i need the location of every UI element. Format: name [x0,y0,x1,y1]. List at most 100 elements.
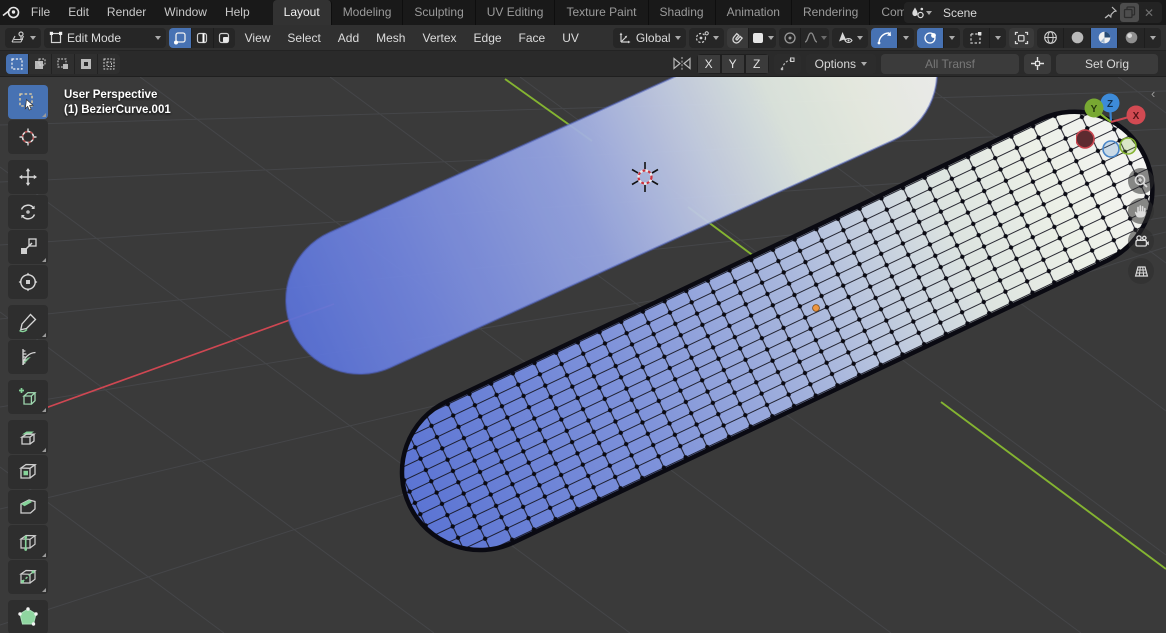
tab-texture-paint[interactable]: Texture Paint [555,0,648,25]
sidebar-collapse-chevron[interactable]: ‹ [1151,86,1155,101]
shading-solid-button[interactable] [1064,28,1091,48]
shading-wireframe-button[interactable] [1037,28,1064,48]
tab-modeling[interactable]: Modeling [332,0,404,25]
tab-layout[interactable]: Layout [273,0,332,25]
menu-help[interactable]: Help [216,0,259,25]
shading-material-button[interactable] [1091,28,1118,48]
menu-vertex[interactable]: Vertex [415,25,463,51]
select-mode-subtract[interactable] [52,54,74,74]
rotate-icon [17,201,39,223]
xray-icon [1014,31,1029,45]
pivot-point-dropdown[interactable] [689,28,724,48]
tab-shading[interactable]: Shading [649,0,716,25]
viewport-3d[interactable] [0,77,1166,633]
all-transform-button[interactable]: All Transf [881,54,1019,74]
camera-view-button[interactable] [1128,228,1154,254]
tool-inset-faces[interactable] [8,455,48,489]
tool-scale[interactable] [8,230,48,264]
mirror-x-button[interactable]: X [697,54,721,74]
editor-type-button[interactable] [5,28,41,48]
new-scene-button[interactable] [1120,3,1139,22]
vertex-select-button[interactable] [169,28,191,48]
shading-dropdown[interactable] [1145,28,1161,48]
menu-uv[interactable]: UV [555,25,586,51]
edge-select-button[interactable] [192,28,214,48]
options-dropdown[interactable]: Options [806,54,876,74]
menu-render[interactable]: Render [98,0,155,25]
tab-uv-editing[interactable]: UV Editing [476,0,556,25]
gizmos-dropdown[interactable] [898,28,914,48]
scene-browse-button[interactable] [907,3,935,22]
tool-transform[interactable] [8,265,48,299]
tool-add-cube[interactable] [8,380,48,414]
select-mode-intersect[interactable] [98,54,120,74]
mirror-z-button[interactable]: Z [745,54,769,74]
show-gizmos-toggle[interactable] [871,28,898,48]
tool-extrude-region[interactable] [8,420,48,454]
mode-selector[interactable]: Edit Mode [44,28,166,48]
snap-target-dropdown[interactable] [749,28,777,48]
edge-snap-button[interactable] [774,54,801,74]
menu-edit[interactable]: Edit [59,0,98,25]
menu-select[interactable]: Select [280,25,327,51]
bevel-icon [17,496,39,518]
tool-measure[interactable] [8,340,48,374]
set-origin-button[interactable]: Set Orig [1056,54,1158,74]
select-mode-extend[interactable] [29,54,51,74]
viewport-header: Edit Mode View Select Add Mesh Vertex Ed… [0,25,1166,51]
perspective-toggle-button[interactable] [1128,258,1154,284]
tool-rotate[interactable] [8,195,48,229]
face-select-button[interactable] [214,28,235,48]
pin-scene-button[interactable] [1101,3,1120,22]
shading-rendered-button[interactable] [1118,28,1145,48]
mesh-edit-overlay-dropdown[interactable] [990,28,1006,48]
gizmo-axis-y[interactable]: Y [1085,99,1104,118]
blender-logo[interactable] [0,0,22,25]
select-mode-new[interactable] [6,54,28,74]
navigation-gizmo[interactable]: Z Y X [1076,88,1148,160]
pan-button[interactable] [1128,198,1154,224]
gizmo-axis-x[interactable]: X [1127,106,1146,125]
menu-file[interactable]: File [22,0,59,25]
gizmo-axis-negative-x[interactable] [1076,130,1094,148]
tab-sculpting[interactable]: Sculpting [403,0,475,25]
xray-toggle-button[interactable] [1009,28,1034,48]
tab-animation[interactable]: Animation [716,0,792,25]
increment-snap-icon [752,32,764,44]
tool-move[interactable] [8,160,48,194]
proportional-edit-toggle[interactable] [779,28,801,48]
show-overlays-toggle[interactable] [917,28,944,48]
tab-rendering[interactable]: Rendering [792,0,870,25]
menu-view[interactable]: View [238,25,278,51]
orientation-axes-icon [618,31,632,45]
origin-crosshair-button[interactable] [1024,54,1051,74]
menu-edge[interactable]: Edge [467,25,509,51]
menu-window[interactable]: Window [155,0,216,25]
mirror-y-button[interactable]: Y [721,54,745,74]
menu-mesh[interactable]: Mesh [369,25,412,51]
transform-orientation-dropdown[interactable]: Global [613,28,686,48]
subtool-indicator [42,553,46,557]
gizmo-axis-negative-z[interactable] [1103,141,1119,157]
tool-knife[interactable] [8,560,48,594]
tool-poly-build[interactable] [8,600,48,633]
zoom-button[interactable] [1128,168,1154,194]
scene-name[interactable]: Scene [935,6,1101,20]
tool-bevel[interactable] [8,490,48,524]
mesh-edit-overlay-button[interactable] [963,28,990,48]
snap-toggle-button[interactable] [727,28,749,48]
falloff-dropdown[interactable] [801,28,829,48]
object-visibility-dropdown[interactable] [832,28,868,48]
tab-compositing[interactable]: Compositing [870,0,904,25]
tool-loop-cut[interactable] [8,525,48,559]
gizmo-axis-negative-y[interactable] [1120,138,1136,154]
tool-annotate[interactable] [8,305,48,339]
pivot-point-icon [694,31,709,45]
unlink-scene-button[interactable]: ✕ [1139,6,1159,20]
tool-tweak[interactable] [8,85,48,119]
select-mode-invert[interactable] [75,54,97,74]
overlays-dropdown[interactable] [944,28,960,48]
tool-cursor[interactable] [8,120,48,154]
menu-face[interactable]: Face [512,25,553,51]
menu-add[interactable]: Add [331,25,366,51]
